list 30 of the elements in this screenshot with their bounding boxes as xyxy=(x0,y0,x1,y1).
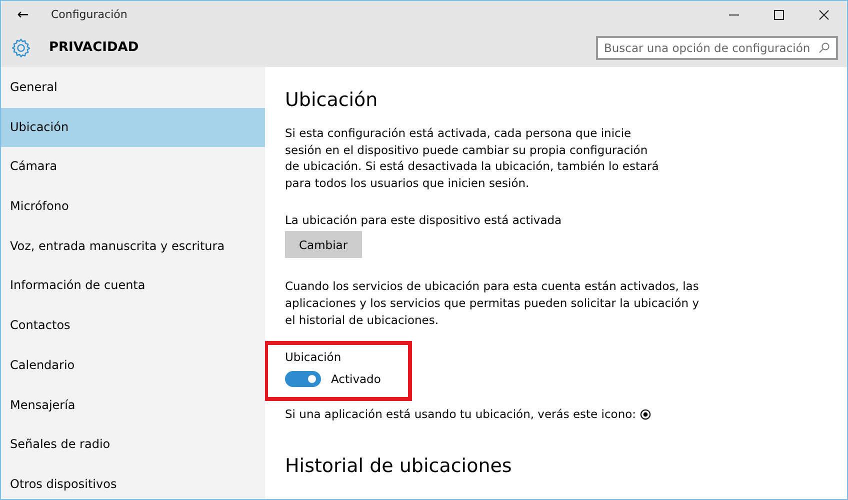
settings-icon xyxy=(10,36,32,58)
section-heading: Ubicación xyxy=(285,88,378,112)
description-text: Si esta configuración está activada, cada persona que inicie sesión en el dispositivo puede cambiar su propia configuración de ubicación. Si está desactivada la ubicación, también lo estará para todos los usuarios que inicien sesión. xyxy=(285,125,660,192)
sidebar-item[interactable]: Otros dispositivos xyxy=(1,464,265,499)
sidebar-item[interactable]: Señales de radio xyxy=(1,425,265,465)
sidebar-item[interactable]: General xyxy=(1,68,265,108)
maximize-icon[interactable] xyxy=(773,8,785,20)
search-field[interactable]: Buscar una opción de configuración xyxy=(596,36,838,60)
search-icon xyxy=(818,42,830,54)
sidebar-item[interactable]: Ubicación xyxy=(1,108,265,148)
location-dot-icon xyxy=(640,408,652,420)
sidebar-item[interactable]: Micrófono xyxy=(1,187,265,227)
toggle-state-text: Activado xyxy=(331,372,381,386)
sidebar-item[interactable]: Voz, entrada manuscrita y escritura xyxy=(1,226,265,266)
sidebar-item[interactable]: Contactos xyxy=(1,306,265,346)
sidebar-item[interactable]: Calendario xyxy=(1,346,265,386)
sidebar-item[interactable]: Mensajería xyxy=(1,386,265,426)
toggle-switch[interactable] xyxy=(285,371,321,388)
note-text: Si una aplicación está usando tu ubicación, verás este icono: xyxy=(285,407,636,422)
sidebar-item[interactable]: Información de cuenta xyxy=(1,266,265,306)
section-heading: Historial de ubicaciones xyxy=(285,455,512,478)
toggle-label: Ubicación xyxy=(285,349,342,366)
status-text: La ubicación para este dispositivo está activada xyxy=(285,212,562,228)
description-text: Cuando los servicios de ubicación para esta cuenta están activados, las aplicaciones y los servicios que permitas pueden solicitar la ubicación y el historial de ubicaciones. xyxy=(285,278,700,328)
sidebar-item[interactable]: Cámara xyxy=(1,147,265,188)
back-button[interactable]: ← xyxy=(1,6,45,22)
page-title: PRIVACIDAD xyxy=(49,40,139,55)
close-icon[interactable] xyxy=(818,8,830,20)
change-button[interactable]: Cambiar xyxy=(285,231,362,258)
window-title: Configuración xyxy=(51,8,128,21)
